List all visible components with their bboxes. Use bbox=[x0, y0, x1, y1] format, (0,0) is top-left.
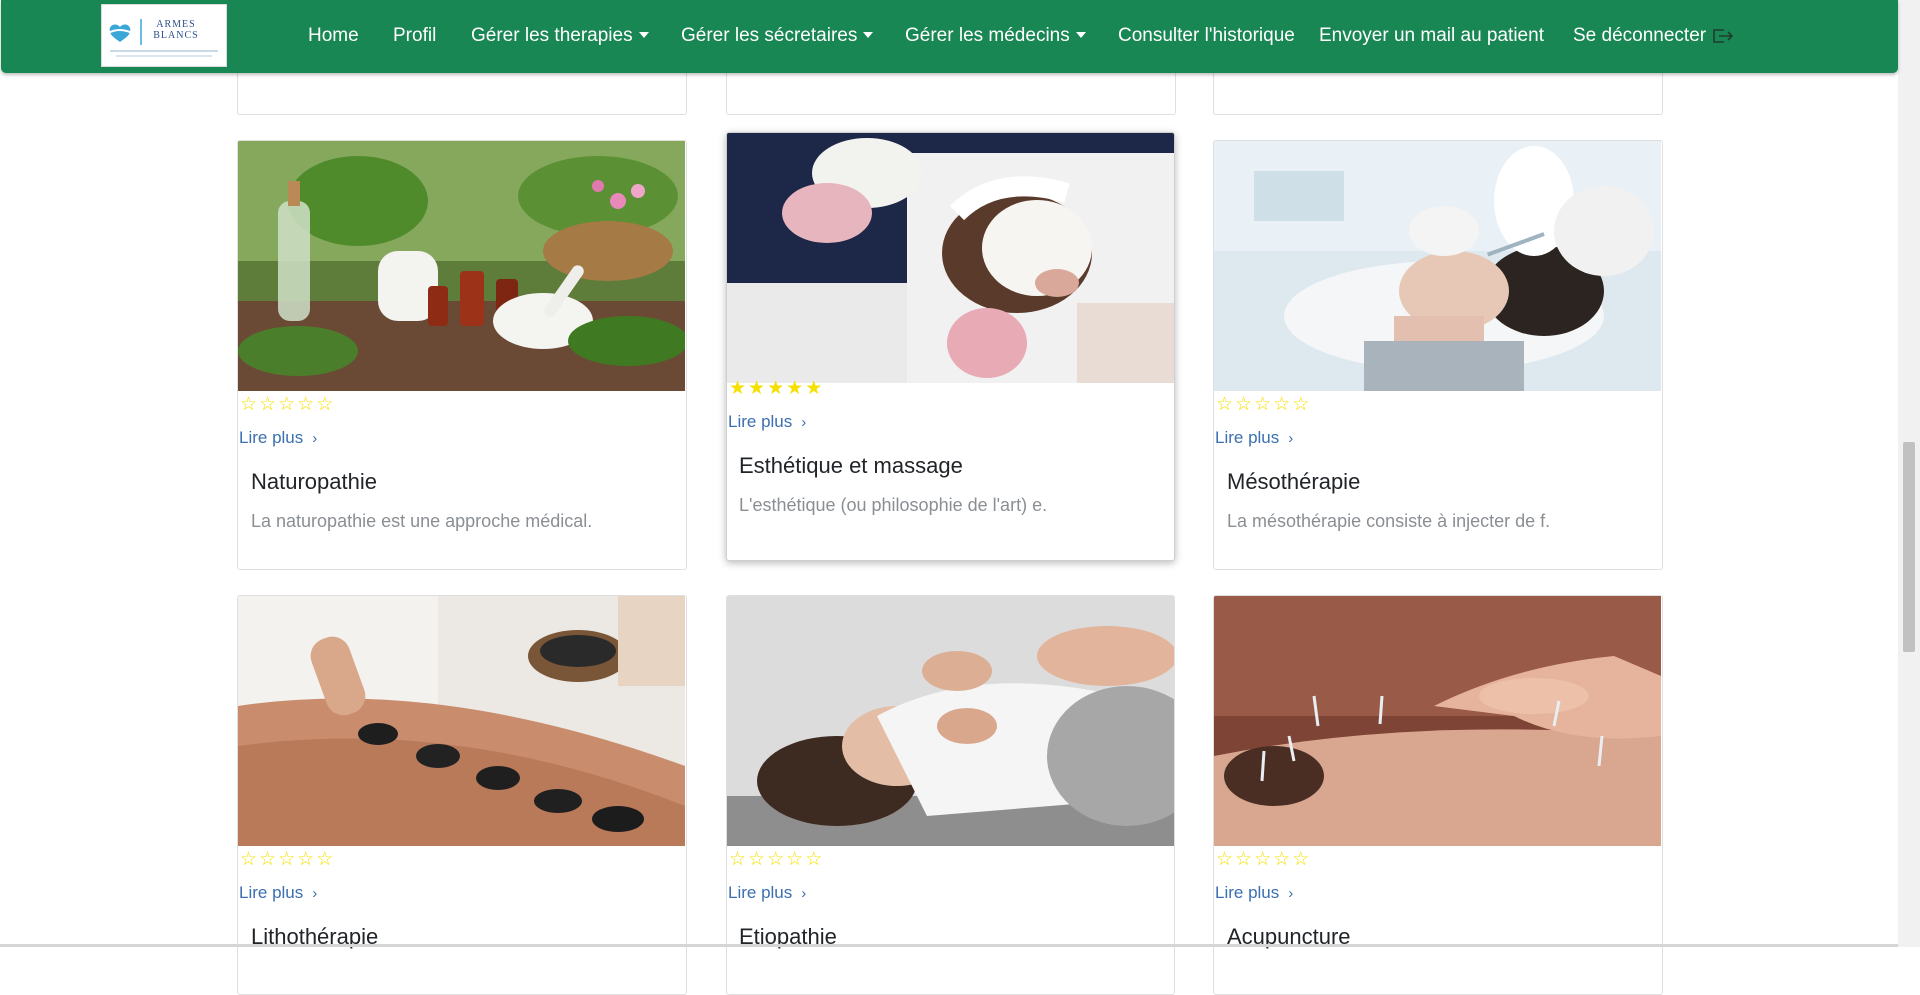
nav-medecins-dropdown[interactable]: Gérer les médecins bbox=[905, 0, 1086, 73]
star-empty-icon[interactable]: ☆ bbox=[1216, 850, 1235, 870]
nav-secretaires-label: Gérer les sécretaires bbox=[681, 25, 858, 46]
therapy-card: ☆☆☆☆☆ Lire plus › Etiopathie bbox=[726, 595, 1175, 995]
chevron-right-icon: › bbox=[312, 885, 318, 902]
logout-icon bbox=[1713, 29, 1734, 43]
card-title: Esthétique et massage bbox=[739, 453, 963, 478]
read-more-link[interactable]: Lire plus › bbox=[1215, 428, 1293, 448]
therapy-image bbox=[1214, 596, 1661, 846]
read-more-label: Lire plus bbox=[728, 412, 793, 431]
star-filled-icon[interactable]: ★ bbox=[729, 379, 748, 399]
chevron-right-icon: › bbox=[801, 885, 807, 902]
logo[interactable]: ARMES BLANCS bbox=[101, 4, 227, 67]
therapy-card: ☆☆☆☆☆ Lire plus › Naturopathie La naturop… bbox=[237, 140, 687, 570]
star-empty-icon[interactable]: ☆ bbox=[297, 850, 316, 870]
top-navbar: ARMES BLANCS Home Profil Gérer les thera… bbox=[1, 0, 1898, 73]
therapy-image bbox=[238, 596, 685, 846]
star-empty-icon[interactable]: ☆ bbox=[748, 850, 767, 870]
nav-therapies-label: Gérer les therapies bbox=[471, 25, 633, 46]
therapy-image bbox=[1214, 141, 1661, 391]
card-description: La mésothérapie consiste à injecter de f… bbox=[1227, 511, 1551, 531]
star-empty-icon[interactable]: ☆ bbox=[1273, 850, 1292, 870]
star-empty-icon[interactable]: ☆ bbox=[297, 395, 316, 415]
star-empty-icon[interactable]: ☆ bbox=[1235, 850, 1254, 870]
nav-therapies-dropdown[interactable]: Gérer les therapies bbox=[471, 0, 649, 73]
nav-profil[interactable]: Profil bbox=[393, 0, 436, 73]
rating-stars[interactable]: ★★★★★ bbox=[729, 379, 824, 399]
nav-logout-label: Se déconnecter bbox=[1573, 25, 1707, 46]
star-empty-icon[interactable]: ☆ bbox=[1292, 395, 1311, 415]
star-filled-icon[interactable]: ★ bbox=[805, 379, 824, 399]
nav-mail-patient[interactable]: Envoyer un mail au patient bbox=[1319, 0, 1544, 73]
read-more-label: Lire plus bbox=[1215, 883, 1280, 902]
scrollbar-thumb[interactable] bbox=[1903, 442, 1915, 652]
nav-logout[interactable]: Se déconnecter bbox=[1573, 0, 1734, 73]
nav-secretaires-dropdown[interactable]: Gérer les sécretaires bbox=[681, 0, 874, 73]
nav-medecins-label: Gérer les médecins bbox=[905, 25, 1070, 46]
star-empty-icon[interactable]: ☆ bbox=[1292, 850, 1311, 870]
star-empty-icon[interactable]: ☆ bbox=[1216, 395, 1235, 415]
therapy-image bbox=[727, 596, 1174, 846]
star-empty-icon[interactable]: ☆ bbox=[240, 850, 259, 870]
star-filled-icon[interactable]: ★ bbox=[748, 379, 767, 399]
read-more-label: Lire plus bbox=[1215, 428, 1280, 447]
card-title: Mésothérapie bbox=[1227, 469, 1361, 494]
caret-down-icon bbox=[863, 32, 874, 38]
star-empty-icon[interactable]: ☆ bbox=[316, 395, 335, 415]
chevron-right-icon: › bbox=[801, 414, 807, 431]
star-empty-icon[interactable]: ☆ bbox=[316, 850, 335, 870]
nav-home[interactable]: Home bbox=[308, 0, 359, 73]
therapy-image bbox=[727, 133, 1174, 383]
star-empty-icon[interactable]: ☆ bbox=[259, 850, 278, 870]
caret-down-icon bbox=[1075, 32, 1086, 38]
read-more-label: Lire plus bbox=[239, 428, 304, 447]
chevron-right-icon: › bbox=[1288, 885, 1294, 902]
star-empty-icon[interactable]: ☆ bbox=[786, 850, 805, 870]
nav-historique[interactable]: Consulter l'historique bbox=[1118, 0, 1295, 73]
star-empty-icon[interactable]: ☆ bbox=[1273, 395, 1292, 415]
therapy-card: ★★★★★ Lire plus › Esthétique et massage L… bbox=[726, 132, 1175, 561]
rating-stars[interactable]: ☆☆☆☆☆ bbox=[240, 850, 335, 870]
rating-stars[interactable]: ☆☆☆☆☆ bbox=[729, 850, 824, 870]
read-more-link[interactable]: Lire plus › bbox=[1215, 883, 1293, 903]
star-empty-icon[interactable]: ☆ bbox=[259, 395, 278, 415]
card-description: L'esthétique (ou philosophie de l'art) e… bbox=[739, 495, 1048, 515]
read-more-link[interactable]: Lire plus › bbox=[239, 428, 317, 448]
caret-down-icon bbox=[638, 32, 649, 38]
star-empty-icon[interactable]: ☆ bbox=[1235, 395, 1254, 415]
read-more-link[interactable]: Lire plus › bbox=[728, 412, 806, 432]
therapy-card: ☆☆☆☆☆ Lire plus › Lithothérapie bbox=[237, 595, 687, 995]
star-empty-icon[interactable]: ☆ bbox=[278, 395, 297, 415]
read-more-link[interactable]: Lire plus › bbox=[239, 883, 317, 903]
rating-stars[interactable]: ☆☆☆☆☆ bbox=[240, 395, 335, 415]
star-empty-icon[interactable]: ☆ bbox=[767, 850, 786, 870]
therapy-card: ☆☆☆☆☆ Lire plus › Acupuncture bbox=[1213, 595, 1663, 995]
read-more-link[interactable]: Lire plus › bbox=[728, 883, 806, 903]
therapy-card: ☆☆☆☆☆ Lire plus › Mésothérapie La mésothé… bbox=[1213, 140, 1663, 570]
card-description: La naturopathie est une approche médical… bbox=[251, 511, 593, 531]
chevron-right-icon: › bbox=[1288, 430, 1294, 447]
star-empty-icon[interactable]: ☆ bbox=[278, 850, 297, 870]
therapy-image bbox=[238, 141, 685, 391]
star-filled-icon[interactable]: ★ bbox=[786, 379, 805, 399]
star-empty-icon[interactable]: ☆ bbox=[1254, 395, 1273, 415]
star-filled-icon[interactable]: ★ bbox=[767, 379, 786, 399]
star-empty-icon[interactable]: ☆ bbox=[240, 395, 259, 415]
rating-stars[interactable]: ☆☆☆☆☆ bbox=[1216, 395, 1311, 415]
star-empty-icon[interactable]: ☆ bbox=[805, 850, 824, 870]
read-more-label: Lire plus bbox=[728, 883, 793, 902]
star-empty-icon[interactable]: ☆ bbox=[729, 850, 748, 870]
rating-stars[interactable]: ☆☆☆☆☆ bbox=[1216, 850, 1311, 870]
read-more-label: Lire plus bbox=[239, 883, 304, 902]
star-empty-icon[interactable]: ☆ bbox=[1254, 850, 1273, 870]
logo-text: ARMES BLANCS bbox=[153, 19, 199, 41]
chevron-right-icon: › bbox=[312, 430, 318, 447]
card-title: Naturopathie bbox=[251, 469, 377, 494]
